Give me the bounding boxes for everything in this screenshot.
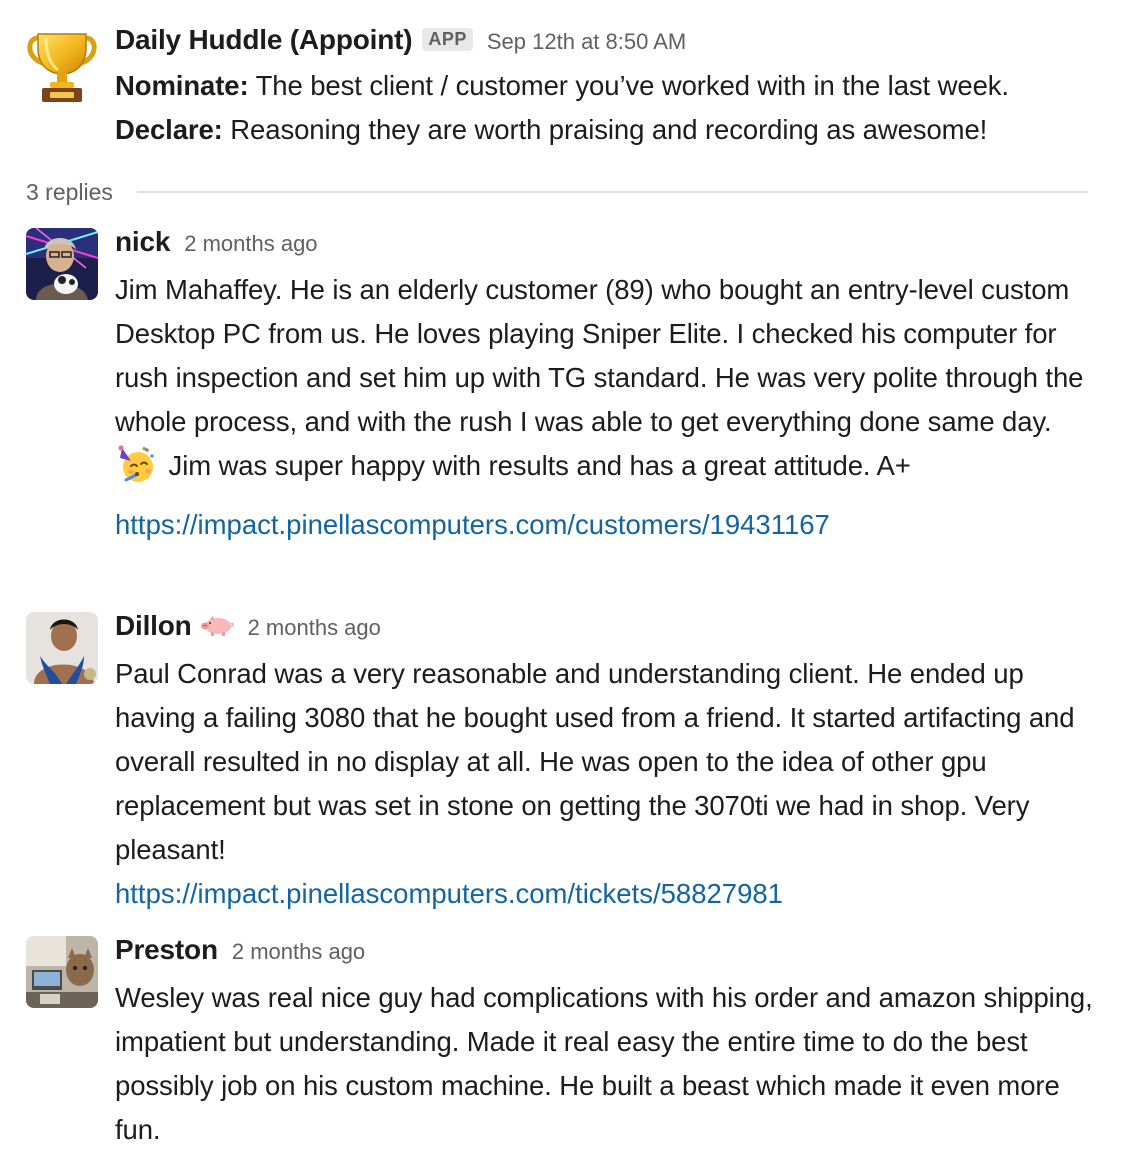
- avatar[interactable]: [26, 612, 98, 684]
- avatar[interactable]: [26, 228, 98, 300]
- nominate-label: Nominate:: [115, 70, 249, 101]
- customer-link[interactable]: https://impact.pinellascomputers.com/cus…: [115, 503, 1105, 547]
- avatar[interactable]: [26, 936, 98, 1008]
- message-body: Wesley was real nice guy had complicatio…: [115, 974, 1105, 1152]
- replies-count: 3 replies: [26, 178, 113, 205]
- parent-message-content: Daily Huddle (Appoint) APP Sep 12th at 8…: [115, 24, 1105, 152]
- message-body: Jim Mahaffey. He is an elderly customer …: [115, 266, 1105, 488]
- replies-divider-row: 3 replies: [26, 172, 1088, 212]
- message-header: Daily Huddle (Appoint) APP Sep 12th at 8…: [115, 24, 1105, 64]
- message-header: nick 2 months ago: [115, 226, 1105, 266]
- pig-icon[interactable]: [200, 615, 234, 637]
- partying-face-icon[interactable]: [117, 444, 157, 484]
- message-header: Preston 2 months ago: [115, 934, 1105, 974]
- reply-content: Preston 2 months ago Wesley was real nic…: [115, 934, 1105, 1152]
- message-timestamp[interactable]: 2 months ago: [184, 231, 317, 257]
- nominate-line: Nominate: The best client / customer you…: [115, 64, 1105, 108]
- reply-content: Dillon 2 months ago Paul Conrad was a ve…: [115, 610, 1105, 916]
- message-header: Dillon 2 months ago: [115, 610, 1105, 650]
- message-text: Jim Mahaffey. He is an elderly customer …: [115, 274, 1084, 437]
- sender-name[interactable]: Preston: [115, 934, 218, 966]
- declare-text: Reasoning they are worth praising and re…: [222, 114, 988, 145]
- nominate-text: The best client / customer you’ve worked…: [248, 70, 1009, 101]
- message-text-continued: Jim was super happy with results and has…: [161, 450, 911, 481]
- sender-name[interactable]: Daily Huddle (Appoint): [115, 24, 413, 56]
- message-text: Paul Conrad was a very reasonable and un…: [115, 658, 1075, 865]
- message-body: Nominate: The best client / customer you…: [115, 64, 1105, 152]
- sender-name[interactable]: nick: [115, 226, 170, 258]
- divider-line: [136, 191, 1088, 193]
- trophy-icon[interactable]: [24, 30, 100, 106]
- reply-content: nick 2 months ago Jim Mahaffey. He is an…: [115, 226, 1105, 547]
- declare-line: Declare: Reasoning they are worth praisi…: [115, 108, 1105, 152]
- app-badge: APP: [422, 28, 473, 51]
- message-body: Paul Conrad was a very reasonable and un…: [115, 650, 1105, 872]
- sender-name[interactable]: Dillon: [115, 610, 192, 642]
- declare-label: Declare:: [115, 114, 223, 145]
- message-timestamp[interactable]: Sep 12th at 8:50 AM: [487, 29, 686, 55]
- ticket-link[interactable]: https://impact.pinellascomputers.com/tic…: [115, 872, 1105, 916]
- message-timestamp[interactable]: 2 months ago: [232, 939, 365, 965]
- message-timestamp[interactable]: 2 months ago: [248, 615, 381, 641]
- message-text: Wesley was real nice guy had complicatio…: [115, 982, 1093, 1145]
